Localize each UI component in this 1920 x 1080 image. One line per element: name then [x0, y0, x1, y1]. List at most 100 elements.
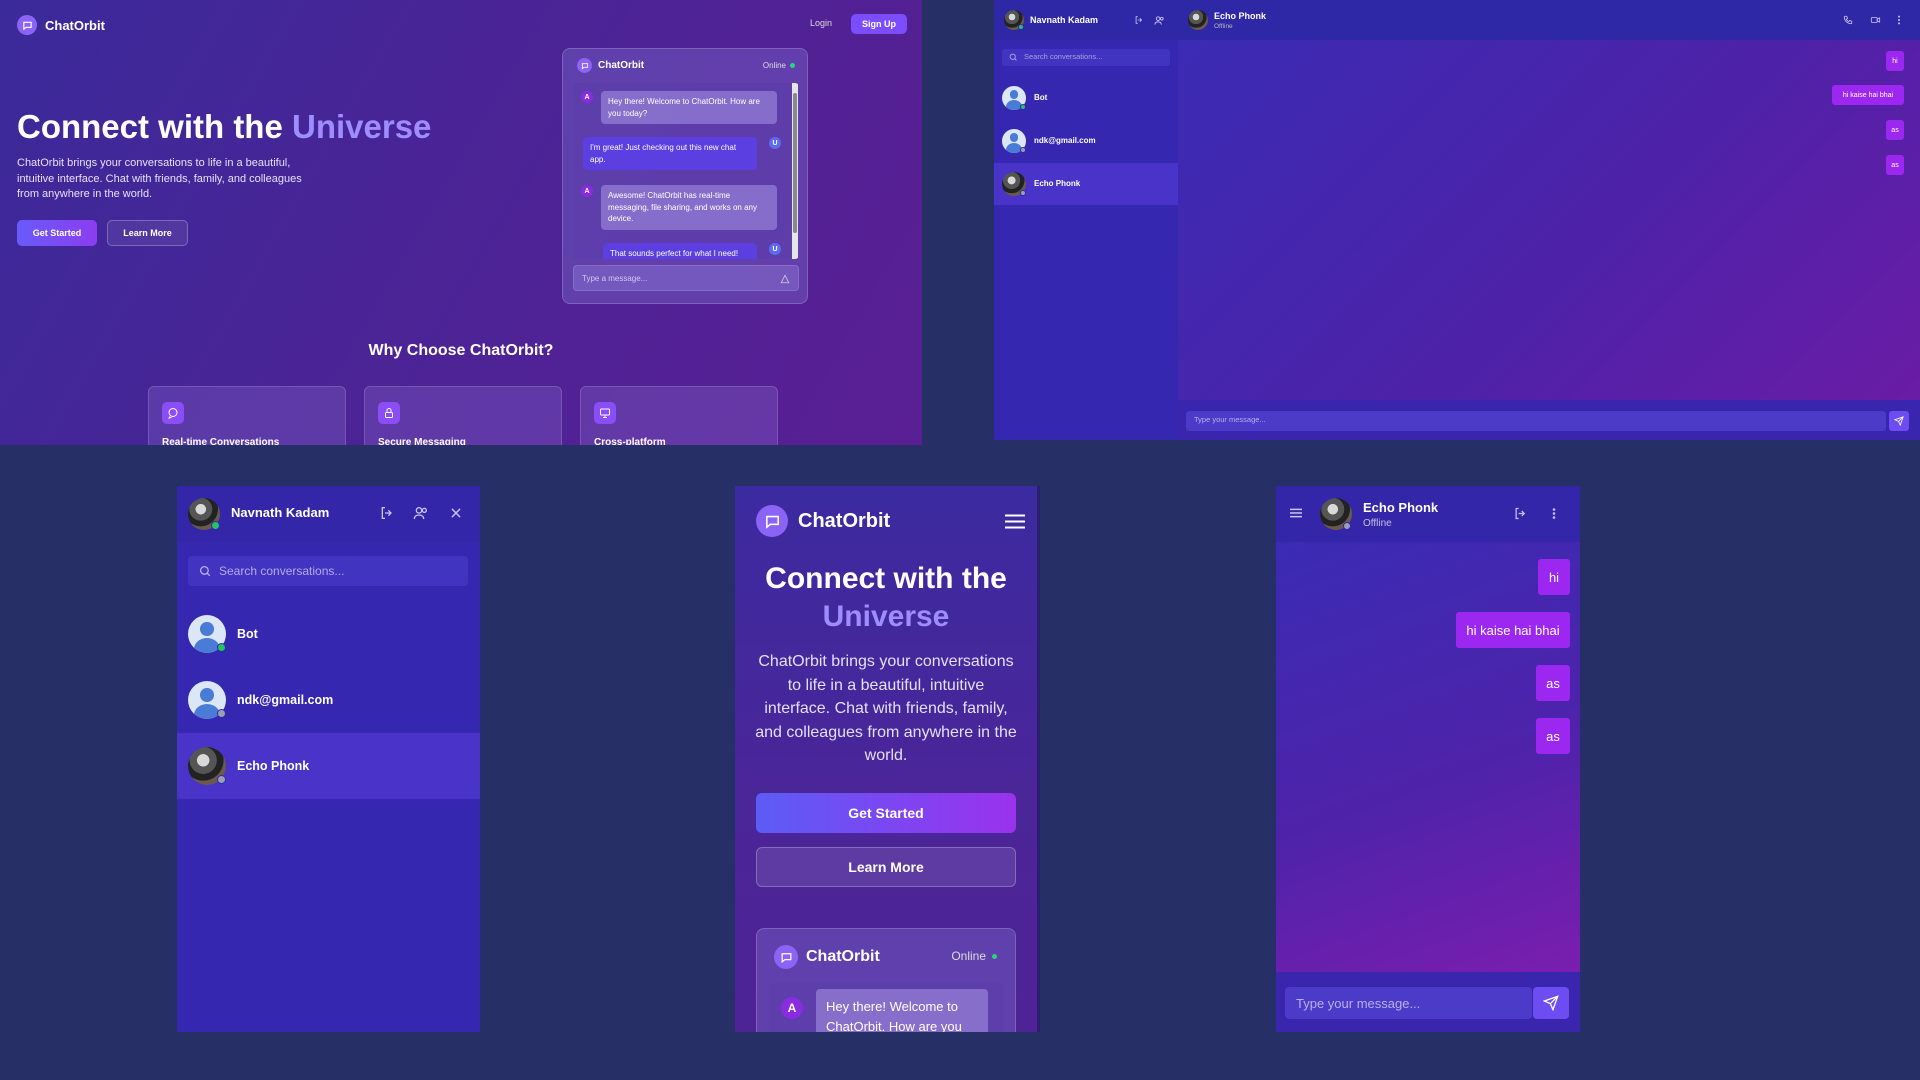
send-icon	[1543, 995, 1559, 1011]
logout-icon[interactable]	[1513, 506, 1528, 521]
chat-logo-icon	[756, 505, 788, 537]
signup-button[interactable]: Sign Up	[851, 14, 907, 34]
conversation-item-ndk[interactable]: ndk@gmail.com	[994, 120, 1178, 162]
get-started-button[interactable]: Get Started	[756, 793, 1016, 833]
feature-card-secure: Secure Messaging	[364, 386, 562, 445]
send-button[interactable]	[1533, 987, 1569, 1019]
offline-dot	[217, 775, 226, 784]
search-placeholder: Search conversations...	[219, 564, 345, 578]
close-icon[interactable]	[449, 506, 463, 520]
message-area: hi hi kaise hai bhai as as	[1276, 542, 1580, 972]
message-sent: as	[1536, 718, 1570, 754]
preview-title: ChatOrbit	[598, 60, 645, 71]
conversation-item-echo-phonk[interactable]: Echo Phonk	[994, 163, 1178, 205]
chat-preview-card: ChatOrbit Online A Hey there! Welcome to…	[562, 48, 808, 304]
users-icon[interactable]	[413, 505, 429, 521]
preview-header: ChatOrbit	[774, 945, 880, 969]
message-sent: hi kaise hai bhai	[1456, 612, 1570, 648]
chat-preview-card: ChatOrbit Online A Hey there! Welcome to…	[756, 928, 1016, 1032]
search-icon	[199, 565, 211, 577]
conversation-item-echo-phonk[interactable]: Echo Phonk	[177, 733, 480, 799]
message-composer: Type your message...	[1276, 972, 1580, 1032]
message-bot: Awesome! ChatOrbit has real-time messagi…	[601, 185, 777, 230]
sidebar-header: Navnath Kadam	[177, 486, 480, 542]
lock-icon	[378, 402, 400, 424]
mobile-sidebar-view: Navnath Kadam Search conversations... Bo…	[177, 486, 480, 1032]
nav-logo[interactable]: ChatOrbit	[17, 15, 105, 35]
active-contact-status: Offline	[1363, 518, 1392, 529]
message-sent: hi	[1538, 559, 1570, 595]
current-user-name: Navnath Kadam	[1030, 15, 1099, 25]
conversation-name: Echo Phonk	[1034, 179, 1081, 188]
conversation-item-bot[interactable]: Bot	[994, 77, 1178, 119]
hamburger-menu-icon[interactable]	[1290, 508, 1302, 518]
more-vertical-icon[interactable]	[1552, 507, 1556, 520]
message-input[interactable]: Type your message...	[1186, 411, 1886, 431]
logout-icon[interactable]	[379, 505, 395, 521]
phone-icon[interactable]	[1843, 15, 1853, 25]
chat-logo-icon	[577, 58, 592, 73]
conversation-name: Echo Phonk	[237, 759, 310, 773]
send-icon[interactable]	[780, 274, 790, 284]
message-sent: as	[1536, 665, 1570, 701]
chat-header: Echo Phonk Offline	[1276, 486, 1580, 542]
online-dot	[790, 63, 795, 68]
monitor-icon	[594, 402, 616, 424]
conversation-name: ndk@gmail.com	[237, 693, 334, 707]
search-icon	[1009, 53, 1017, 61]
mobile-landing-view: ChatOrbit Connect with the Universe Chat…	[735, 486, 1040, 1032]
hero-description: ChatOrbit brings your conversations to l…	[17, 157, 302, 200]
chat-desktop-view: Navnath Kadam Echo Phonk Offline Search …	[994, 0, 1920, 440]
conversation-item-bot[interactable]: Bot	[177, 601, 480, 667]
learn-more-button[interactable]: Learn More	[756, 847, 1016, 887]
feature-title: Secure Messaging	[378, 437, 466, 445]
learn-more-button[interactable]: Learn More	[107, 220, 188, 246]
bot-avatar: A	[581, 91, 593, 103]
page-scrollbar[interactable]	[1037, 486, 1040, 1032]
message-bot: Hey there! Welcome to ChatOrbit. How are…	[816, 989, 988, 1032]
chat-logo-icon	[774, 945, 798, 969]
online-dot	[1018, 24, 1024, 30]
active-contact-status: Offline	[1214, 23, 1233, 30]
conversation-sidebar: Search conversations... Bot ndk@gmail.co…	[994, 40, 1178, 440]
conversation-name: Bot	[1034, 93, 1048, 102]
preview-message-input[interactable]: Type a message...	[573, 265, 799, 291]
why-choose-heading: Why Choose ChatOrbit?	[368, 342, 554, 359]
online-dot	[1020, 104, 1026, 110]
message-sent: as	[1886, 155, 1904, 175]
brand-name: ChatOrbit	[798, 509, 891, 532]
landing-desktop-view: ChatOrbit Login Sign Up Connect with the…	[0, 0, 922, 445]
preview-scrollbar[interactable]	[792, 83, 798, 259]
login-link[interactable]: Login	[810, 18, 832, 28]
feature-card-crossplatform: Cross-platform	[580, 386, 778, 445]
send-button[interactable]	[1889, 411, 1909, 431]
hero-title: Connect with the Universe	[17, 108, 431, 146]
hamburger-menu-icon[interactable]	[1005, 514, 1025, 529]
current-user-name: Navnath Kadam	[231, 505, 330, 520]
conversation-name: ndk@gmail.com	[1034, 136, 1096, 145]
users-icon[interactable]	[1154, 15, 1165, 26]
search-input[interactable]: Search conversations...	[1002, 49, 1170, 66]
message-area: hi hi kaise hai bhai as as	[1178, 40, 1920, 400]
conversation-item-ndk[interactable]: ndk@gmail.com	[177, 667, 480, 733]
preview-status: Online	[951, 949, 997, 963]
chat-bubble-icon	[162, 402, 184, 424]
top-bar: Navnath Kadam Echo Phonk Offline	[994, 0, 1920, 40]
nav-logo[interactable]: ChatOrbit	[756, 505, 890, 537]
online-dot	[217, 643, 226, 652]
video-icon[interactable]	[1870, 15, 1881, 25]
bot-avatar: A	[781, 997, 803, 1019]
get-started-button[interactable]: Get Started	[17, 220, 97, 246]
message-input[interactable]: Type your message...	[1285, 987, 1532, 1019]
message-sent: hi kaise hai bhai	[1832, 85, 1904, 105]
active-contact-name: Echo Phonk	[1363, 500, 1439, 515]
preview-header: ChatOrbit	[577, 58, 644, 73]
preview-title: ChatOrbit	[806, 948, 880, 965]
search-input[interactable]: Search conversations...	[188, 556, 468, 586]
logout-icon[interactable]	[1134, 15, 1144, 25]
more-vertical-icon[interactable]	[1897, 15, 1901, 25]
preview-status-text: Online	[762, 61, 786, 70]
mobile-chat-view: Echo Phonk Offline hi hi kaise hai bhai …	[1276, 486, 1580, 1032]
hero-title-accent: Universe	[822, 600, 950, 633]
message-composer: Type your message...	[1178, 400, 1920, 440]
